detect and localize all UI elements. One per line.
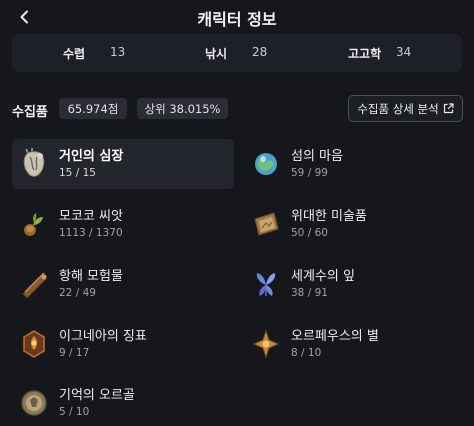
collection-item-world-tree-leaf[interactable]: 세계수의 잎 38 / 91 bbox=[244, 259, 466, 309]
skill-name: 수렵 bbox=[63, 47, 86, 61]
collection-count: 5 / 10 bbox=[59, 406, 90, 418]
collection-count: 59 / 99 bbox=[291, 167, 328, 179]
great-artwork-icon bbox=[252, 206, 280, 242]
life-skill-panel: 수렵 13 낚시 28 고고학 34 bbox=[12, 34, 462, 72]
orpheus-star-icon bbox=[252, 326, 280, 362]
collection-item-giant-heart[interactable]: 거인의 심장 15 / 15 bbox=[12, 139, 234, 189]
skill-value: 34 bbox=[396, 45, 412, 59]
island-heart-icon bbox=[252, 146, 280, 182]
world-tree-leaf-icon bbox=[252, 266, 280, 302]
header: 캐릭터 정보 bbox=[0, 0, 474, 36]
page-title: 캐릭터 정보 bbox=[197, 10, 277, 29]
collection-item-orpheus-star[interactable]: 오르페우스의 별 8 / 10 bbox=[244, 319, 466, 369]
external-link-icon bbox=[443, 103, 454, 114]
skill-hunting: 수렵 13 bbox=[63, 45, 125, 62]
memory-orgel-icon bbox=[20, 385, 48, 421]
skill-value: 13 bbox=[110, 45, 126, 59]
collection-item-voyage-adventure[interactable]: 항해 모험물 22 / 49 bbox=[12, 259, 234, 309]
collection-analysis-button[interactable]: 수집품 상세 분석 bbox=[348, 95, 463, 122]
ignea-token-icon bbox=[20, 326, 48, 362]
summary-label: 수집품 bbox=[12, 105, 48, 120]
collection-count: 9 / 17 bbox=[59, 347, 90, 359]
collection-name: 항해 모험물 bbox=[59, 269, 123, 284]
collection-name: 위대한 미술품 bbox=[291, 209, 367, 224]
collection-item-great-artwork[interactable]: 위대한 미술품 50 / 60 bbox=[244, 199, 466, 249]
collection-item-memory-orgel[interactable]: 기억의 오르골 5 / 10 bbox=[12, 378, 234, 426]
skill-fishing: 낚시 28 bbox=[205, 45, 267, 62]
collection-name: 모코코 씨앗 bbox=[59, 209, 123, 224]
points-badge: 65.974점 bbox=[59, 98, 127, 119]
collection-name: 이그네아의 징표 bbox=[59, 329, 147, 344]
skill-archaeology: 고고학 34 bbox=[348, 45, 411, 62]
collection-name: 거인의 심장 bbox=[59, 149, 124, 164]
skill-name: 낚시 bbox=[205, 47, 228, 61]
collection-item-ignea-token[interactable]: 이그네아의 징표 9 / 17 bbox=[12, 319, 234, 369]
skill-name: 고고학 bbox=[348, 47, 382, 61]
skill-value: 28 bbox=[252, 45, 268, 59]
collection-summary: 수집품 65.974점 상위 38.015% 수집품 상세 분석 bbox=[0, 94, 474, 124]
mokoko-seed-icon bbox=[20, 206, 48, 242]
collection-name: 오르페우스의 별 bbox=[291, 329, 379, 344]
collection-count: 15 / 15 bbox=[59, 167, 96, 179]
collection-count: 8 / 10 bbox=[291, 347, 322, 359]
collection-count: 1113 / 1370 bbox=[59, 227, 123, 239]
collection-name: 섬의 마음 bbox=[291, 149, 343, 164]
rank-badge: 상위 38.015% bbox=[137, 98, 228, 119]
voyage-adventure-icon bbox=[20, 266, 48, 302]
collection-name: 세계수의 잎 bbox=[291, 269, 355, 284]
collection-item-island-heart[interactable]: 섬의 마음 59 / 99 bbox=[244, 139, 466, 189]
collection-count: 38 / 91 bbox=[291, 287, 328, 299]
collection-count: 50 / 60 bbox=[291, 227, 328, 239]
collection-name: 기억의 오르골 bbox=[59, 388, 135, 403]
collection-count: 22 / 49 bbox=[59, 287, 96, 299]
giant-heart-icon bbox=[20, 146, 48, 182]
detail-button-label: 수집품 상세 분석 bbox=[357, 101, 439, 116]
collection-item-mokoko-seed[interactable]: 모코코 씨앗 1113 / 1370 bbox=[12, 199, 234, 249]
